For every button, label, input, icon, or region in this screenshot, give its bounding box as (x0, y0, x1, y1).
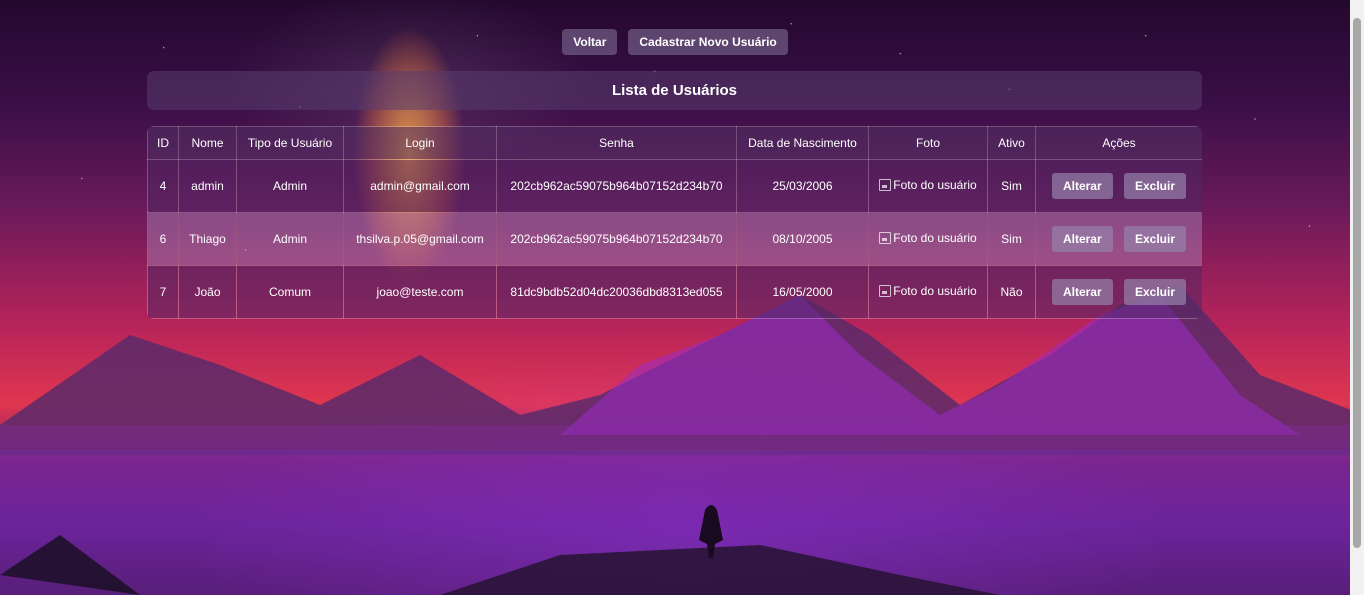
cell-tipo: Admin (236, 159, 344, 213)
users-table: ID Nome Tipo de Usuário Login Senha Data… (147, 126, 1202, 319)
header-login: Login (343, 126, 497, 160)
table-row: 6 Thiago Admin thsilva.p.05@gmail.com 20… (147, 212, 1202, 266)
new-user-button[interactable]: Cadastrar Novo Usuário (628, 29, 788, 55)
cell-ativo: Sim (987, 159, 1036, 213)
top-toolbar: Voltar Cadastrar Novo Usuário (0, 29, 1350, 55)
table-row: 7 João Comum joao@teste.com 81dc9bdb52d0… (147, 265, 1202, 319)
cell-login: joao@teste.com (343, 265, 497, 319)
cell-acoes: Alterar Excluir (1035, 159, 1202, 213)
header-tipo: Tipo de Usuário (236, 126, 344, 160)
user-photo: Foto do usuário (879, 231, 977, 245)
cell-id: 7 (147, 265, 179, 319)
cell-foto: Foto do usuário (868, 265, 988, 319)
user-photo-alt: Foto do usuário (893, 284, 977, 298)
users-table-container: ID Nome Tipo de Usuário Login Senha Data… (147, 126, 1202, 319)
cell-ativo: Sim (987, 212, 1036, 266)
cell-nome: Thiago (178, 212, 237, 266)
cell-nascimento: 25/03/2006 (736, 159, 869, 213)
cell-login: admin@gmail.com (343, 159, 497, 213)
delete-button[interactable]: Excluir (1124, 279, 1187, 305)
table-row: 4 admin Admin admin@gmail.com 202cb962ac… (147, 159, 1202, 213)
cell-nascimento: 08/10/2005 (736, 212, 869, 266)
cell-acoes: Alterar Excluir (1035, 212, 1202, 266)
cell-senha: 81dc9bdb52d04dc20036dbd8313ed055 (496, 265, 737, 319)
page-title: Lista de Usuários (611, 82, 738, 99)
cell-senha: 202cb962ac59075b964b07152d234b70 (496, 159, 737, 213)
cell-login: thsilva.p.05@gmail.com (343, 212, 497, 266)
cell-tipo: Admin (236, 212, 344, 266)
cell-id: 6 (147, 212, 179, 266)
header-ativo: Ativo (987, 126, 1036, 160)
cell-ativo: Não (987, 265, 1036, 319)
back-button[interactable]: Voltar (562, 29, 618, 55)
cell-nome: admin (178, 159, 237, 213)
header-id: ID (147, 126, 179, 160)
cell-id: 4 (147, 159, 179, 213)
cell-nascimento: 16/05/2000 (736, 265, 869, 319)
edit-button[interactable]: Alterar (1051, 279, 1113, 305)
edit-button[interactable]: Alterar (1051, 173, 1113, 199)
header-senha: Senha (496, 126, 737, 160)
user-photo-alt: Foto do usuário (893, 178, 977, 192)
cell-senha: 202cb962ac59075b964b07152d234b70 (496, 212, 737, 266)
header-nome: Nome (178, 126, 237, 160)
page-scrollbar[interactable] (1350, 0, 1364, 595)
user-photo: Foto do usuário (879, 178, 977, 192)
background-mountains (0, 285, 1364, 595)
user-photo: Foto do usuário (879, 284, 977, 298)
cell-tipo: Comum (236, 265, 344, 319)
scrollbar-thumb[interactable] (1353, 18, 1361, 548)
cell-acoes: Alterar Excluir (1035, 265, 1202, 319)
delete-button[interactable]: Excluir (1124, 226, 1187, 252)
edit-button[interactable]: Alterar (1051, 226, 1113, 252)
header-acoes: Ações (1035, 126, 1202, 160)
cell-foto: Foto do usuário (868, 159, 988, 213)
table-header-row: ID Nome Tipo de Usuário Login Senha Data… (147, 126, 1202, 160)
header-nascimento: Data de Nascimento (736, 126, 869, 160)
broken-image-icon (879, 285, 892, 297)
broken-image-icon (879, 232, 892, 244)
cell-foto: Foto do usuário (868, 212, 988, 266)
broken-image-icon (879, 179, 892, 191)
user-photo-alt: Foto do usuário (893, 231, 977, 245)
cell-nome: João (178, 265, 237, 319)
page-title-box: Lista de Usuários (147, 71, 1202, 110)
header-foto: Foto (868, 126, 988, 160)
delete-button[interactable]: Excluir (1124, 173, 1187, 199)
